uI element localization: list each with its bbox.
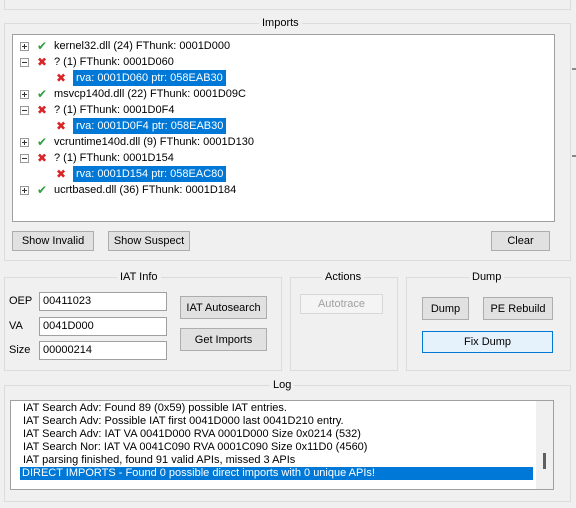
tree-row-label: vcruntime140d.dll (9) FThunk: 0001D130	[54, 136, 254, 148]
actions-group	[290, 277, 398, 371]
log-title: Log	[270, 379, 295, 391]
log-list[interactable]: IAT Search Adv: Found 89 (0x59) possible…	[10, 400, 554, 490]
tree-module-row[interactable]: ✖ ? (1) FThunk: 0001D154	[13, 150, 554, 166]
get-imports-button[interactable]: Get Imports	[180, 328, 267, 351]
oep-field[interactable]: 00411023	[39, 292, 167, 311]
expand-icon[interactable]	[20, 42, 29, 51]
tree-module-row[interactable]: ✖ ? (1) FThunk: 0001D0F4	[13, 102, 554, 118]
expand-icon[interactable]	[20, 90, 29, 99]
size-field[interactable]: 00000214	[39, 341, 167, 360]
clear-button[interactable]: Clear	[491, 231, 550, 251]
tree-row-label: kernel32.dll (24) FThunk: 0001D000	[54, 40, 231, 52]
checkmark-icon: ✔	[37, 39, 48, 53]
va-field[interactable]: 0041D000	[39, 317, 167, 336]
cross-icon: ✖	[56, 71, 67, 85]
iat-autosearch-button[interactable]: IAT Autosearch	[180, 296, 267, 319]
autotrace-button[interactable]: Autotrace	[300, 294, 383, 314]
tree-row-label: msvcp140d.dll (22) FThunk: 0001D09C	[54, 88, 246, 100]
tree-row-label: ucrtbased.dll (36) FThunk: 0001D184	[54, 184, 237, 196]
imports-tree[interactable]: ✔ kernel32.dll (24) FThunk: 0001D000 ✖ ? (1…	[12, 34, 555, 222]
expand-icon[interactable]	[20, 138, 29, 147]
cross-icon: ✖	[37, 103, 48, 117]
tree-child-row[interactable]: ✖ rva: 0001D0F4 ptr: 058EAB30	[13, 118, 554, 134]
window-edge-mark-2	[572, 155, 576, 157]
va-label: VA	[9, 320, 23, 332]
checkmark-icon: ✔	[37, 183, 48, 197]
show-invalid-button[interactable]: Show Invalid	[12, 231, 94, 251]
log-line[interactable]: IAT parsing finished, found 91 valid API…	[21, 454, 533, 467]
collapse-icon[interactable]	[20, 154, 29, 163]
dump-title: Dump	[469, 271, 505, 283]
cross-icon: ✖	[56, 167, 67, 181]
checkmark-icon: ✔	[37, 135, 48, 149]
tree-module-row[interactable]: ✔ ucrtbased.dll (36) FThunk: 0001D184	[13, 182, 554, 198]
tree-row-label: rva: 0001D154 ptr: 058EAC80	[73, 166, 227, 182]
log-line[interactable]: IAT Search Adv: IAT VA 0041D000 RVA 0001…	[21, 428, 533, 441]
log-line[interactable]: IAT Search Adv: Possible IAT first 0041D…	[21, 415, 533, 428]
checkmark-icon: ✔	[37, 87, 48, 101]
tree-module-row[interactable]: ✔ msvcp140d.dll (22) FThunk: 0001D09C	[13, 86, 554, 102]
tree-row-label: rva: 0001D060 ptr: 058EAB30	[73, 70, 226, 86]
cross-icon: ✖	[56, 119, 67, 133]
tree-child-row[interactable]: ✖ rva: 0001D060 ptr: 058EAB30	[13, 70, 554, 86]
cross-icon: ✖	[37, 55, 48, 69]
log-line[interactable]: DIRECT IMPORTS - Found 0 possible direct…	[20, 467, 533, 480]
size-label: Size	[9, 344, 31, 356]
fix-dump-button[interactable]: Fix Dump	[422, 331, 553, 353]
imports-title: Imports	[259, 17, 302, 29]
iat-info-title: IAT Info	[117, 271, 161, 283]
tree-module-row[interactable]: ✔ kernel32.dll (24) FThunk: 0001D000	[13, 38, 554, 54]
actions-title: Actions	[322, 271, 365, 283]
tree-module-row[interactable]: ✖ ? (1) FThunk: 0001D060	[13, 54, 554, 70]
log-scrollbar-thumb[interactable]	[543, 453, 546, 469]
log-line[interactable]: IAT Search Adv: Found 89 (0x59) possible…	[21, 402, 533, 415]
tree-row-label: ? (1) FThunk: 0001D154	[54, 152, 174, 164]
pe-rebuild-button[interactable]: PE Rebuild	[483, 297, 553, 320]
tree-child-row[interactable]: ✖ rva: 0001D154 ptr: 058EAC80	[13, 166, 554, 182]
collapse-icon[interactable]	[20, 58, 29, 67]
tree-row-label: rva: 0001D0F4 ptr: 058EAB30	[73, 118, 227, 134]
tree-row-label: ? (1) FThunk: 0001D0F4	[54, 104, 175, 116]
window-edge-mark	[572, 68, 576, 70]
show-suspect-button[interactable]: Show Suspect	[108, 231, 190, 251]
dump-group	[406, 277, 571, 371]
log-line[interactable]: IAT Search Nor: IAT VA 0041C090 RVA 0001…	[21, 441, 533, 454]
collapse-icon[interactable]	[20, 106, 29, 115]
oep-label: OEP	[9, 295, 33, 307]
expand-icon[interactable]	[20, 186, 29, 195]
dump-button[interactable]: Dump	[422, 297, 469, 320]
cross-icon: ✖	[37, 151, 48, 165]
tree-module-row[interactable]: ✔ vcruntime140d.dll (9) FThunk: 0001D130	[13, 134, 554, 150]
tree-row-label: ? (1) FThunk: 0001D060	[54, 56, 174, 68]
top-group-fragment	[4, 0, 571, 10]
log-scrollbar[interactable]	[536, 401, 553, 489]
